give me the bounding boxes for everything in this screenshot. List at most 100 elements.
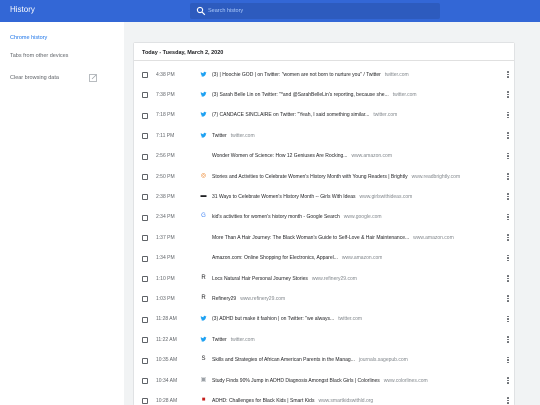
entry-link[interactable]: (3) ADHD but make it fashion | on Twitte… (212, 316, 362, 322)
history-row[interactable]: 10:34 AM ▣ Study Finds 90% Jump in ADHD Di… (134, 371, 514, 391)
row-checkbox[interactable] (142, 235, 148, 242)
row-checkbox[interactable] (142, 357, 148, 364)
row-checkbox[interactable] (142, 194, 148, 201)
entry-title: Twitter (212, 336, 227, 343)
entry-link[interactable]: Wonder Women of Science: How 12 Geniuses… (212, 153, 392, 159)
visit-time: 2:50 PM (156, 173, 175, 180)
entry-link[interactable]: (7) CANDACE SINCLAIRE on Twitter: "Yeah,… (212, 112, 397, 118)
sidebar-item-clear-browsing-data[interactable]: Clear browsing data (10, 75, 59, 81)
colorlines-icon: ▣ (200, 376, 207, 383)
visit-time: 4:38 PM (156, 71, 175, 78)
history-row[interactable]: 1:37 PM More Than A Hair Journey: The Bla… (134, 228, 514, 248)
entry-title: Skills and Strategies of African America… (212, 357, 355, 364)
history-row[interactable]: 7:38 PM (3) Sarah Belle Lin on Twitter: "… (134, 85, 514, 105)
history-row[interactable]: 2:50 PM ◎ Stories and Activities to Celebr… (134, 167, 514, 187)
history-row[interactable]: 11:28 AM (3) ADHD but make it fashion | o… (134, 310, 514, 330)
more-actions-icon[interactable] (506, 356, 510, 366)
entry-domain: twitter.com (384, 71, 409, 78)
open-external-icon[interactable] (89, 74, 97, 82)
entry-link[interactable]: Twitter twitter.com (212, 337, 255, 343)
row-checkbox[interactable] (142, 398, 148, 405)
more-actions-icon[interactable] (506, 376, 510, 386)
entry-link[interactable]: More Than A Hair Journey: The Black Woma… (212, 235, 454, 241)
more-actions-icon[interactable] (506, 131, 510, 141)
history-row[interactable]: 11:22 AM Twitter twitter.com (134, 330, 514, 350)
history-row[interactable]: 1:03 PM R Refinery29 www.refinery29.com (134, 289, 514, 309)
row-checkbox[interactable] (142, 72, 148, 78)
row-checkbox[interactable] (142, 112, 148, 119)
more-actions-icon[interactable] (506, 396, 510, 405)
sidebar-item-chrome-history[interactable]: Chrome history (10, 35, 47, 41)
visit-time: 1:34 PM (156, 255, 175, 262)
history-row[interactable]: 7:11 PM Twitter twitter.com (134, 126, 514, 146)
more-actions-icon[interactable] (506, 335, 510, 345)
entry-link[interactable]: kid's activities for women's history mon… (212, 214, 382, 220)
history-row[interactable]: 10:35 AM S Skills and Strategies of Africa… (134, 351, 514, 371)
entry-link[interactable]: Stories and Activities to Celebrate Wome… (212, 174, 460, 180)
entry-title: (3) ADHD but make it fashion | on Twitte… (212, 316, 335, 323)
refinery29-icon: R (201, 294, 206, 301)
row-checkbox[interactable] (142, 92, 148, 99)
entry-domain: twitter.com (230, 132, 255, 139)
row-checkbox[interactable] (142, 337, 148, 344)
more-actions-icon[interactable] (506, 172, 510, 182)
more-actions-icon[interactable] (506, 111, 510, 121)
entry-title: Twitter (212, 132, 227, 139)
sage-icon: S (201, 356, 206, 363)
twitter-icon (200, 315, 207, 322)
search-input[interactable] (208, 3, 436, 19)
row-checkbox[interactable] (142, 276, 148, 282)
row-checkbox[interactable] (142, 296, 148, 303)
more-actions-icon[interactable] (506, 274, 510, 284)
entry-link[interactable]: Refinery29 www.refinery29.com (212, 296, 285, 302)
row-checkbox[interactable] (142, 133, 148, 140)
search-box[interactable] (190, 3, 440, 19)
row-checkbox[interactable] (142, 174, 148, 180)
more-actions-icon[interactable] (506, 90, 510, 100)
entry-link[interactable]: (3) | Hoochie GOD | on Twitter: "women a… (212, 72, 409, 78)
day-heading: Today - Tuesday, March 2, 2020 (142, 50, 224, 56)
history-row[interactable]: 1:10 PM R Locs Natural Hair Personal Journ… (134, 269, 514, 289)
search-icon[interactable] (196, 6, 206, 16)
entry-title: Locs Natural Hair Personal Journey Stori… (212, 275, 308, 282)
entry-link[interactable]: 31 Ways to Celebrate Women's History Mon… (212, 194, 412, 200)
entry-link[interactable]: Twitter twitter.com (212, 133, 255, 139)
history-row[interactable]: 2:56 PM Wonder Women of Science: How 12 G… (134, 147, 514, 167)
more-actions-icon[interactable] (506, 213, 510, 223)
row-checkbox[interactable] (142, 214, 148, 221)
sidebar: Chrome history Tabs from other devices C… (0, 22, 124, 405)
history-row[interactable]: 7:18 PM (7) CANDACE SINCLAIRE on Twitter:… (134, 106, 514, 126)
entry-link[interactable]: Study Finds 90% Jump in ADHD Diagnosis A… (212, 378, 428, 384)
history-row[interactable]: 4:38 PM (3) | Hoochie GOD | on Twitter: "… (134, 65, 514, 85)
entry-link[interactable]: Locs Natural Hair Personal Journey Stori… (212, 276, 357, 282)
entry-domain: www.refinery29.com (240, 295, 286, 302)
entry-link[interactable]: ADHD: Challenges for Black Kids | Smart … (212, 398, 373, 404)
more-actions-icon[interactable] (506, 152, 510, 162)
entry-link[interactable]: (3) Sarah Belle Lin on Twitter: "*and @S… (212, 92, 417, 98)
sidebar-item-tabs-from-other-devices[interactable]: Tabs from other devices (10, 53, 68, 59)
history-row[interactable]: 2:34 PM Gkid's activities for women's his… (134, 208, 514, 228)
history-row[interactable]: 1:34 PM Amazon.com: Online Shopping for E… (134, 249, 514, 269)
entry-domain: www.google.com (343, 214, 382, 221)
entry-domain: journals.sagepub.com (358, 357, 408, 364)
gwi-icon: ▬ (200, 192, 207, 199)
more-actions-icon[interactable] (506, 254, 510, 264)
row-checkbox[interactable] (142, 255, 148, 262)
row-checkbox[interactable] (142, 378, 148, 384)
entry-domain: twitter.com (392, 91, 417, 98)
entry-link[interactable]: Amazon.com: Online Shopping for Electron… (212, 255, 382, 261)
entry-link[interactable]: Skills and Strategies of African America… (212, 357, 408, 363)
more-actions-icon[interactable] (506, 192, 510, 202)
entry-title: Stories and Activities to Celebrate Wome… (212, 173, 408, 180)
history-row[interactable]: 10:28 AM ■ ADHD: Challenges for Black Kids… (134, 391, 514, 405)
visit-time: 2:38 PM (156, 193, 175, 200)
more-actions-icon[interactable] (506, 233, 510, 243)
entry-title: kid's activities for women's history mon… (212, 214, 340, 221)
more-actions-icon[interactable] (506, 315, 510, 325)
more-actions-icon[interactable] (506, 294, 510, 304)
history-row[interactable]: 2:38 PM ▬ 31 Ways to Celebrate Women's His… (134, 187, 514, 207)
more-actions-icon[interactable] (506, 70, 510, 80)
row-checkbox[interactable] (142, 153, 148, 160)
row-checkbox[interactable] (142, 316, 148, 323)
entry-title: (3) Sarah Belle Lin on Twitter: "*and @S… (212, 91, 389, 98)
